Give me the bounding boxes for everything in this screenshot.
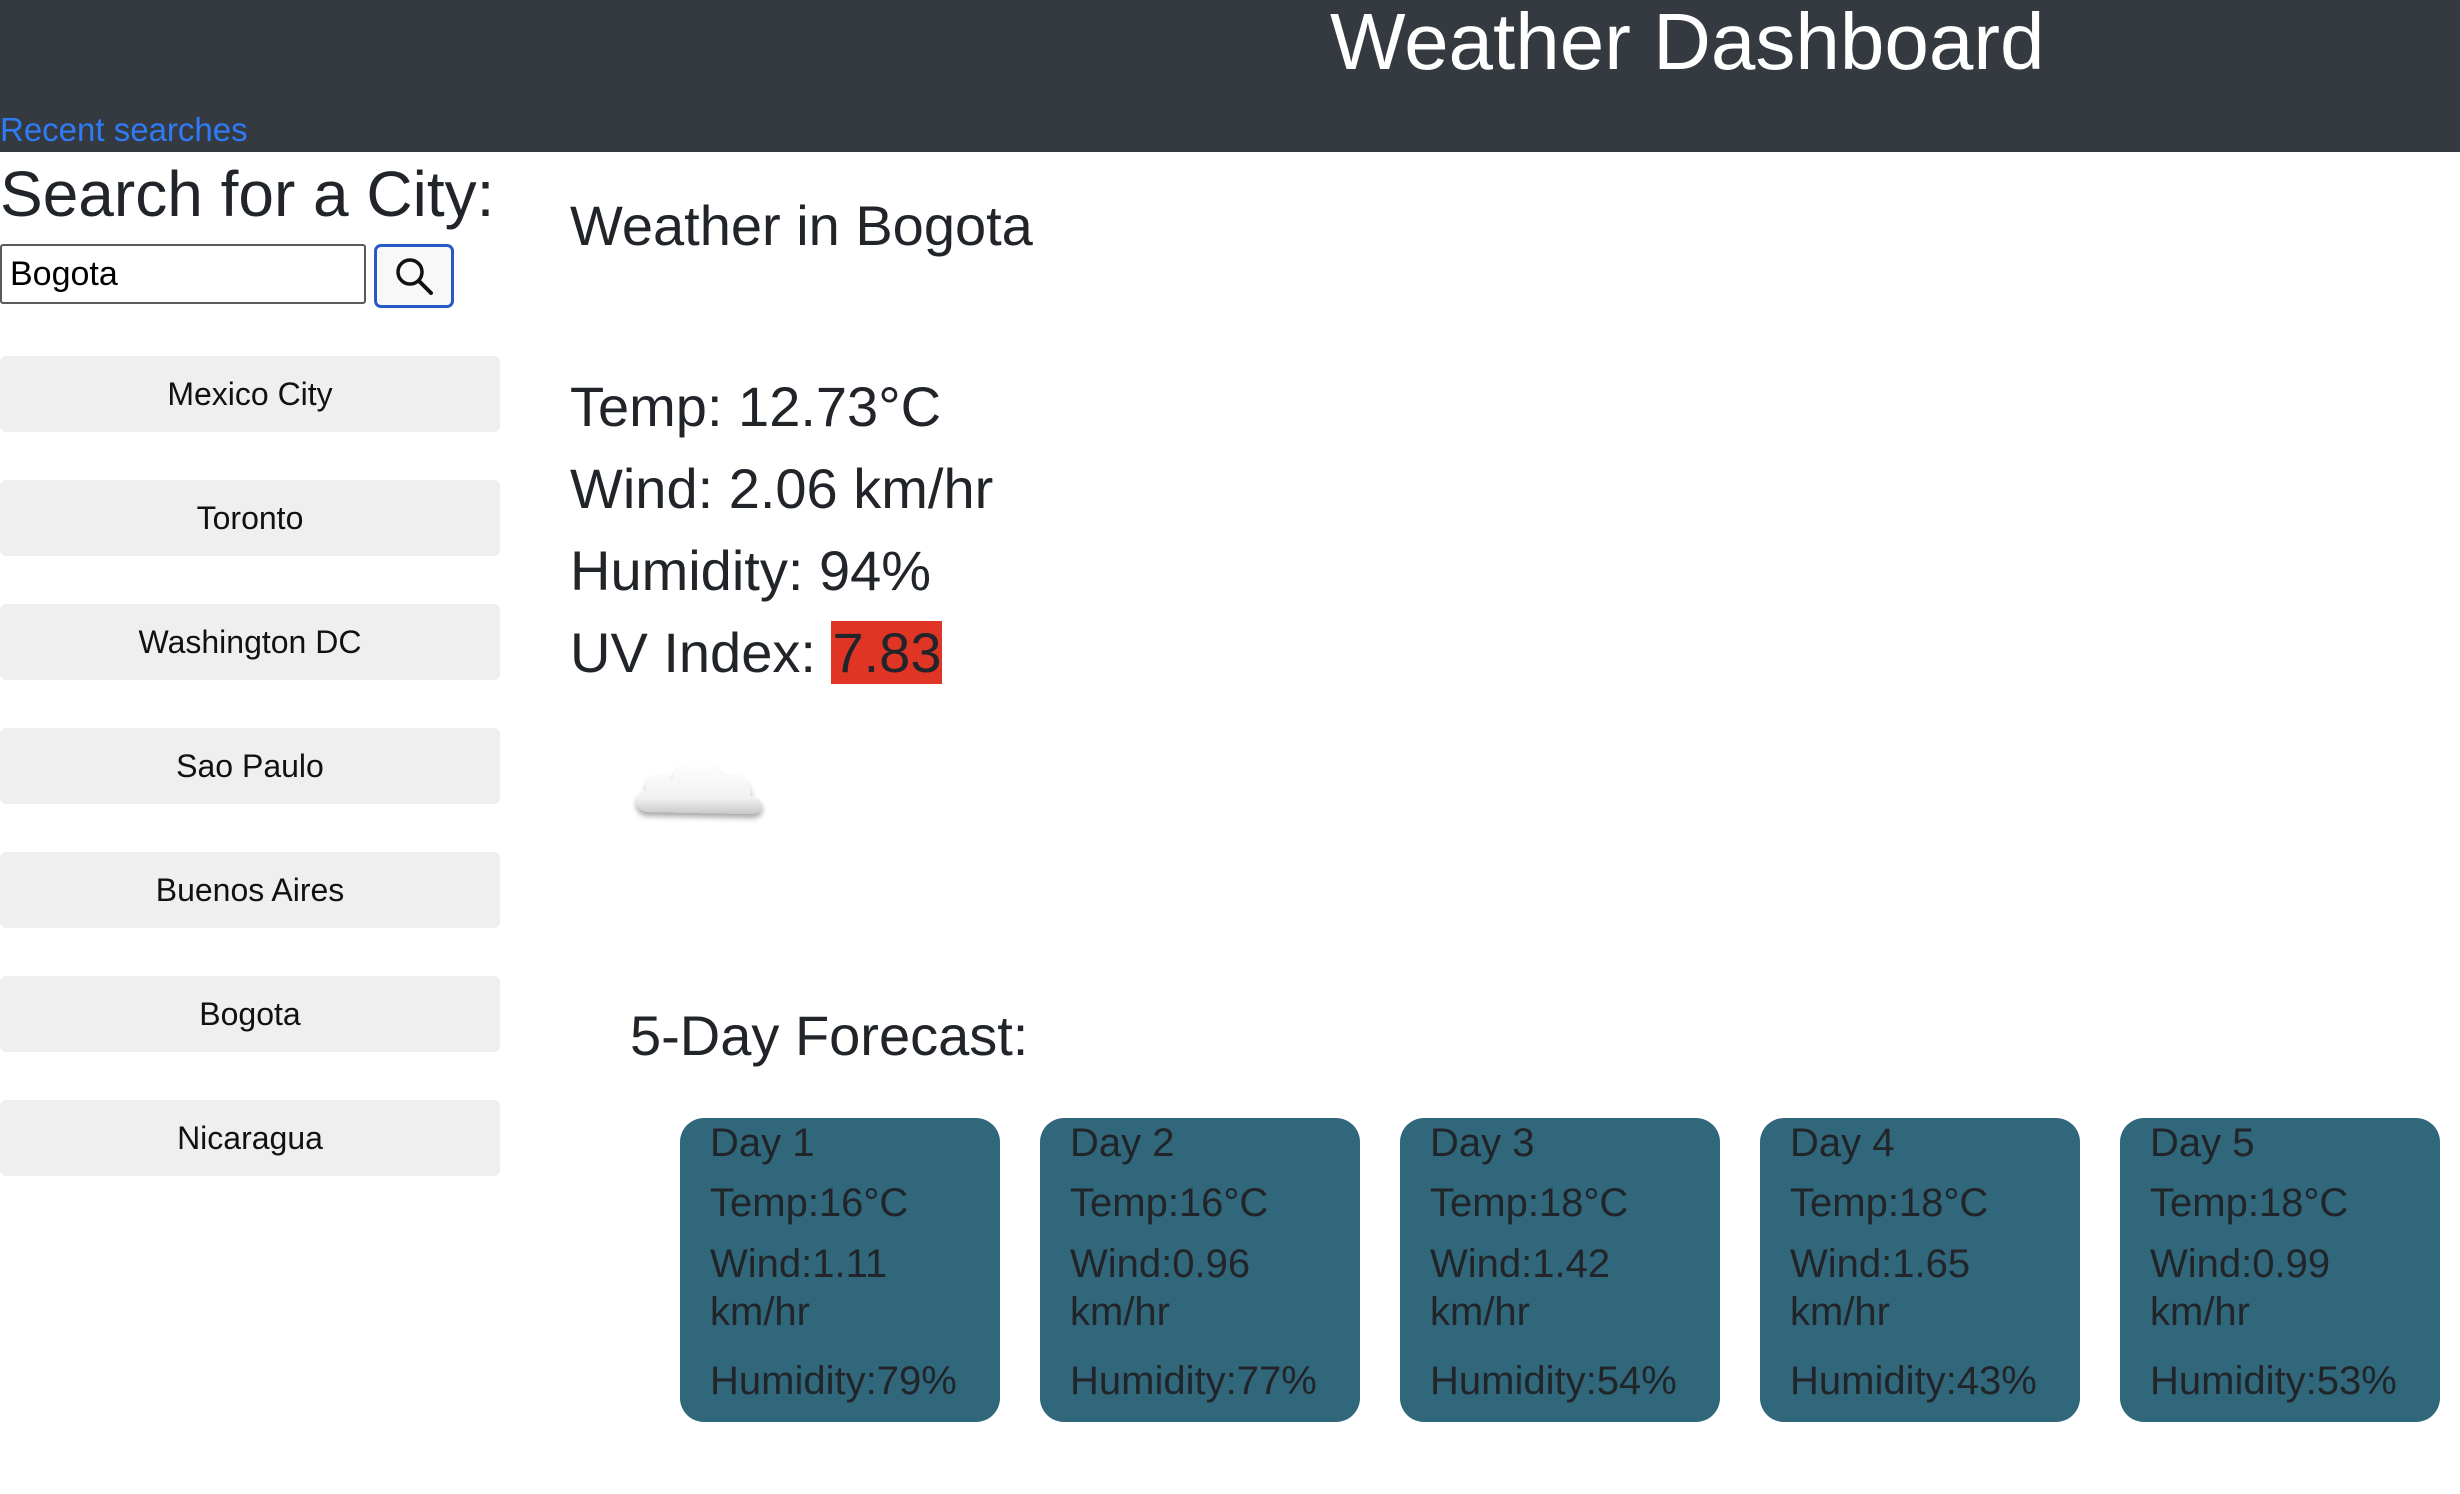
forecast-day-label: Day 3 — [1430, 1121, 1535, 1165]
forecast-card-day-3: Day 3 Temp:18°C Wind:1.42 km/hr Humidity… — [1400, 1118, 1720, 1422]
forecast-card-day-2: Day 2 Temp:16°C Wind:0.96 km/hr Humidity… — [1040, 1118, 1360, 1422]
search-button[interactable] — [374, 244, 454, 308]
uv-index-value: 7.83 — [831, 621, 943, 684]
uv-index-label: UV Index: — [570, 621, 832, 684]
forecast-wind: Wind:0.99 km/hr — [2150, 1242, 2331, 1334]
forecast-wind: Wind:1.11 km/hr — [710, 1242, 888, 1334]
forecast-title: 5-Day Forecast: — [630, 1004, 1029, 1067]
forecast-temp: Temp:18°C — [1790, 1181, 1989, 1225]
app-title: Weather Dashboard — [1330, 0, 2045, 86]
forecast-humidity: Humidity:43% — [1790, 1359, 2037, 1403]
forecast-humidity: Humidity:53% — [2150, 1359, 2397, 1403]
city-search-input[interactable] — [0, 244, 366, 304]
city-button-nicaragua[interactable]: Nicaragua — [0, 1100, 500, 1176]
city-button-toronto[interactable]: Toronto — [0, 480, 500, 556]
forecast-card-day-1: Day 1 Temp:16°C Wind:1.11 km/hr Humidity… — [680, 1118, 1000, 1422]
search-heading: Search for a City: — [0, 158, 495, 230]
current-uv-index: UV Index: 7.83 — [570, 620, 943, 686]
forecast-day-label: Day 4 — [1790, 1121, 1895, 1165]
forecast-card-day-5: Day 5 Temp:18°C Wind:0.99 km/hr Humidity… — [2120, 1118, 2440, 1422]
cloud-icon — [636, 761, 763, 814]
header-bar: Weather Dashboard Recent searches — [0, 0, 2460, 152]
forecast-temp: Temp:18°C — [1430, 1181, 1629, 1225]
forecast-wind: Wind:1.42 km/hr — [1430, 1242, 1611, 1334]
forecast-temp: Temp:16°C — [1070, 1181, 1269, 1225]
current-wind: Wind: 2.06 km/hr — [570, 457, 994, 520]
forecast-humidity: Humidity:77% — [1070, 1359, 1317, 1403]
forecast-temp: Temp:16°C — [710, 1181, 909, 1225]
forecast-day-label: Day 5 — [2150, 1121, 2255, 1165]
forecast-card-day-4: Day 4 Temp:18°C Wind:1.65 km/hr Humidity… — [1760, 1118, 2080, 1422]
forecast-humidity: Humidity:79% — [710, 1359, 957, 1403]
city-button-sao-paulo[interactable]: Sao Paulo — [0, 728, 500, 804]
recent-searches-link[interactable]: Recent searches — [0, 110, 248, 150]
city-button-bogota[interactable]: Bogota — [0, 976, 500, 1052]
city-button-mexico-city[interactable]: Mexico City — [0, 356, 500, 432]
forecast-wind: Wind:0.96 km/hr — [1070, 1242, 1251, 1334]
forecast-day-label: Day 1 — [710, 1121, 815, 1165]
city-button-washington-dc[interactable]: Washington DC — [0, 604, 500, 680]
forecast-wind: Wind:1.65 km/hr — [1790, 1242, 1971, 1334]
forecast-temp: Temp:18°C — [2150, 1181, 2349, 1225]
current-humidity: Humidity: 94% — [570, 539, 932, 602]
city-button-buenos-aires[interactable]: Buenos Aires — [0, 852, 500, 928]
current-weather-title: Weather in Bogota — [570, 194, 1033, 257]
forecast-day-label: Day 2 — [1070, 1121, 1175, 1165]
forecast-humidity: Humidity:54% — [1430, 1359, 1677, 1403]
search-icon — [396, 258, 433, 295]
current-temp: Temp: 12.73°C — [570, 375, 942, 438]
